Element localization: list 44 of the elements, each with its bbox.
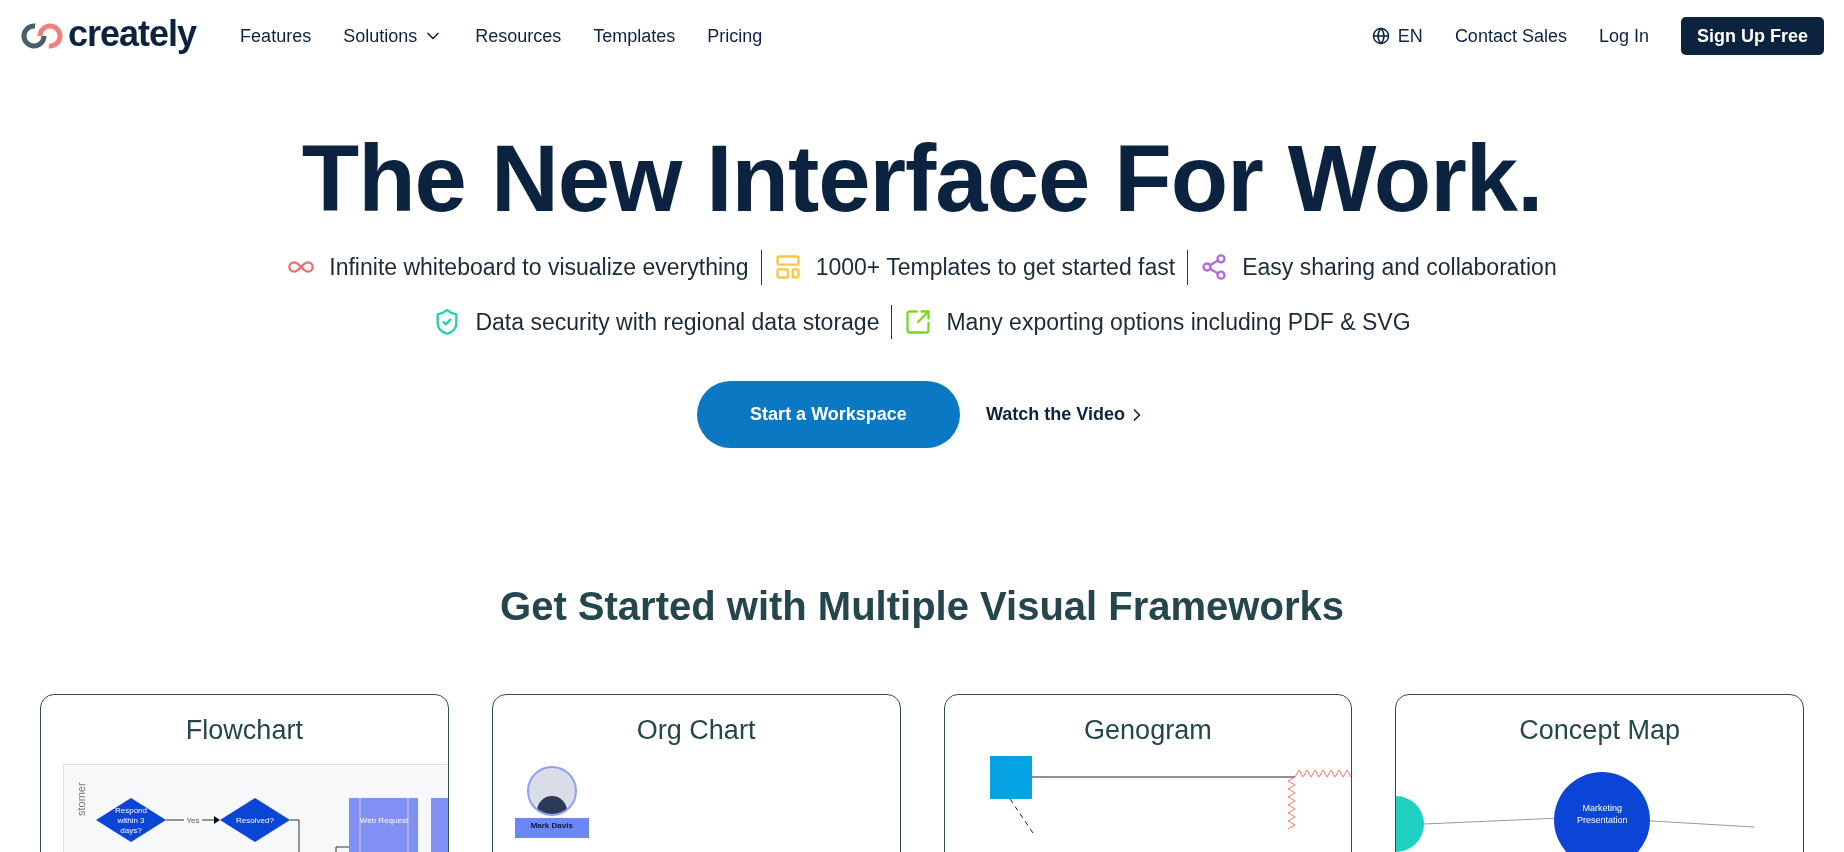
decision-label: Resolved? (236, 816, 274, 825)
feature-text: Easy sharing and collaboration (1242, 253, 1557, 282)
lane-label: stomer (75, 782, 87, 816)
login-link[interactable]: Log In (1598, 22, 1649, 50)
nav-link[interactable]: Features (240, 22, 312, 50)
feature-text: Data security with regional data storage (475, 307, 880, 337)
arrow-line (201, 816, 220, 824)
watch-video-link[interactable]: Watch the Video (986, 401, 1147, 428)
yes-label: Yes (186, 816, 200, 825)
card-title: Org Chart (635, 717, 757, 744)
process-shape (349, 798, 418, 852)
framework-card[interactable]: Flowchart stomer Respond within 3 days? Yes Resolved? Web Request (40, 694, 449, 852)
nav-link[interactable]: Resources (475, 22, 562, 50)
contact-sales-link[interactable]: Contact Sales (1454, 22, 1567, 50)
decision-shape (96, 798, 166, 842)
start-workspace-button[interactable]: Start a Workspace (697, 381, 960, 448)
section-heading: Get Started with Multiple Visual Frameworks (500, 583, 1344, 630)
decision-label: Respond within 3 days? (115, 806, 147, 835)
node-label: Marketing Presentation (1575, 802, 1629, 827)
person-name: Mark Davis (514, 818, 589, 838)
card-title: Concept Map (1518, 717, 1681, 744)
avatar-icon (526, 766, 577, 816)
signup-button[interactable]: Sign Up Free (1681, 17, 1824, 55)
nav-link[interactable]: Solutions (343, 22, 444, 50)
feature-text: Infinite whiteboard to visualize everything (329, 253, 749, 282)
connector-line (289, 819, 300, 852)
language-selector[interactable]: EN (1371, 22, 1423, 50)
logo-icon (20, 22, 64, 50)
feature-text: 1000+ Templates to get started fast (815, 253, 1176, 282)
framework-card[interactable]: Concept Map Marketing Presentation (1395, 694, 1804, 852)
feature-text: Many exporting options including PDF & SVG (946, 307, 1411, 337)
framework-card[interactable]: Genogram (943, 694, 1353, 852)
framework-card[interactable]: Org Chart Mark Davis (491, 694, 901, 852)
nav-link[interactable]: Templates (593, 22, 676, 50)
nav-link[interactable]: Pricing (707, 22, 763, 50)
process-shape (431, 798, 448, 852)
connector-line (335, 846, 350, 852)
hero-title: The New Interface For Work. (301, 132, 1543, 226)
globe-icon (1371, 27, 1390, 45)
card-title: Genogram (1083, 717, 1213, 744)
card-title: Flowchart (184, 717, 304, 744)
decision-shape (220, 798, 290, 842)
logo-wordmark[interactable]: creately (68, 16, 197, 56)
process-label: Web Request (359, 816, 409, 825)
